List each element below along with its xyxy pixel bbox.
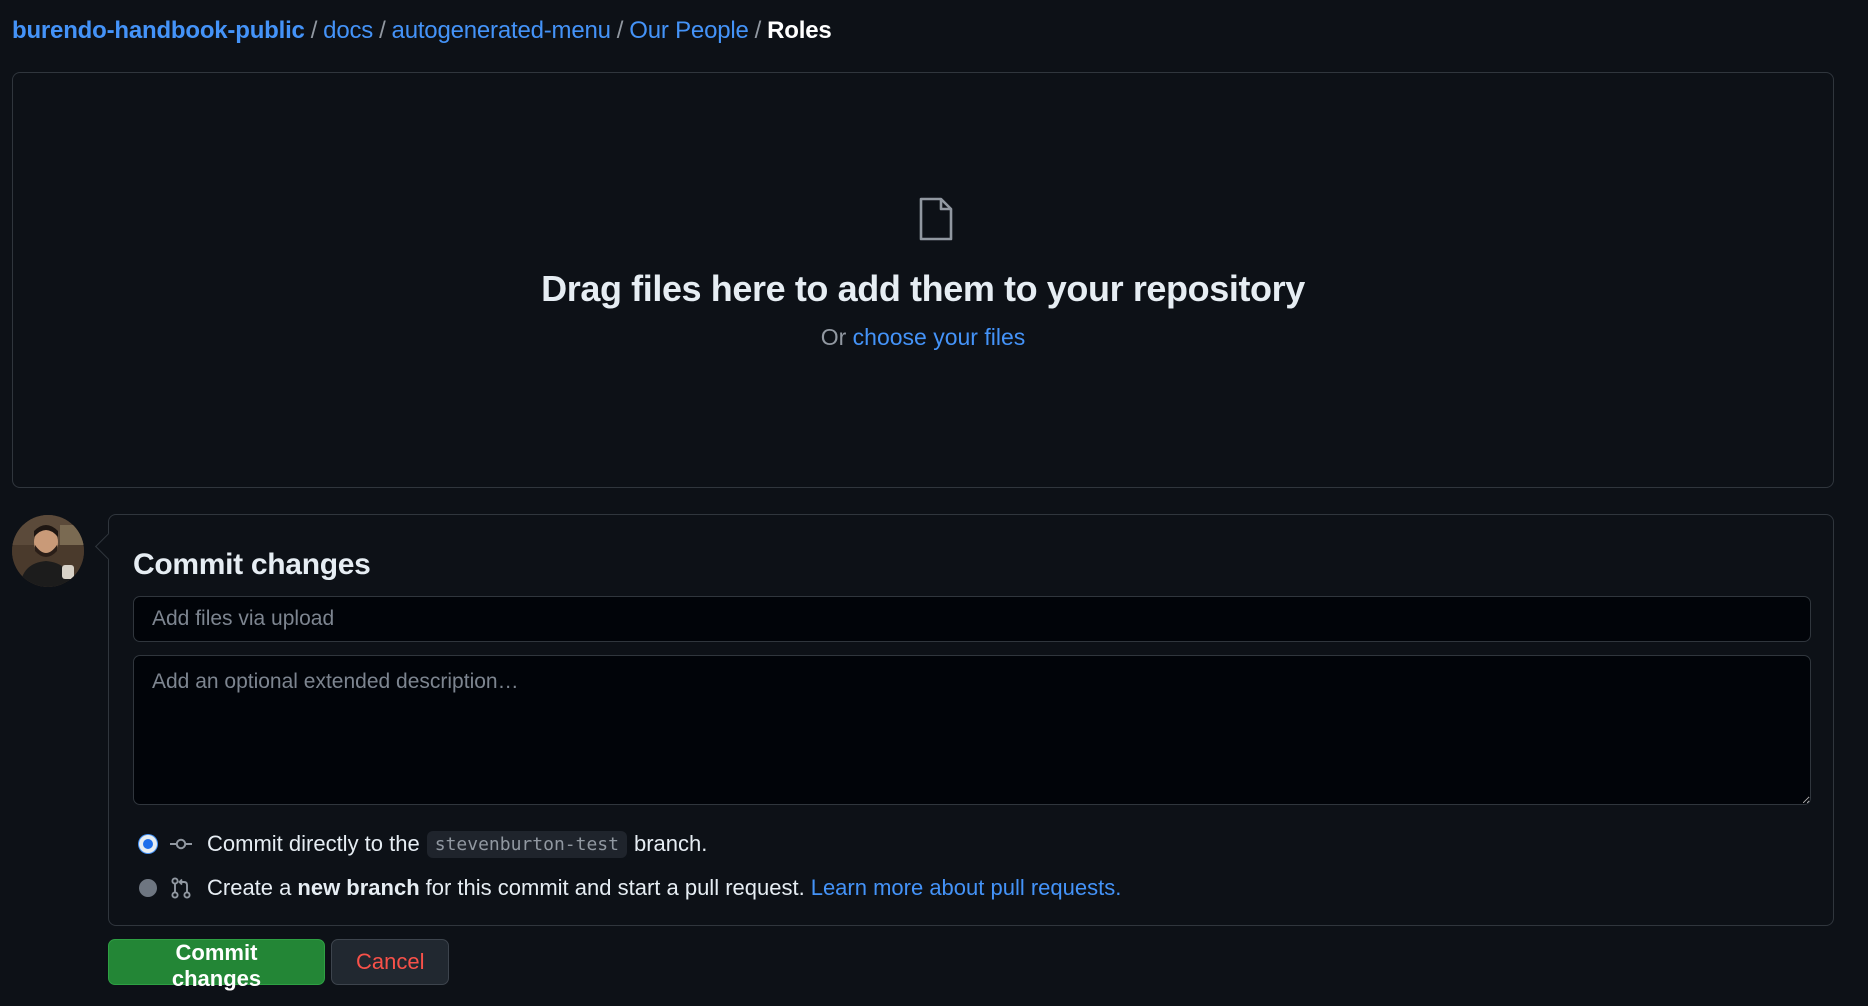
breadcrumb-separator: /: [754, 17, 762, 44]
new-branch-radio[interactable]: [139, 879, 157, 897]
drop-zone-or-text: Or: [820, 324, 847, 350]
commit-form-title: Commit changes: [133, 548, 371, 581]
breadcrumb-autogenerated-menu-link[interactable]: autogenerated-menu: [392, 17, 611, 44]
breadcrumb: burendo-handbook-public / docs / autogenerat…: [12, 14, 832, 48]
breadcrumb-separator: /: [616, 17, 624, 44]
drop-zone-subtitle: Or choose your files: [13, 321, 1833, 353]
commit-direct-option[interactable]: Commit directly to the stevenburton-test…: [139, 828, 707, 860]
commit-changes-button[interactable]: Commit changes: [108, 939, 325, 991]
commit-direct-prefix: Commit directly to the: [207, 831, 420, 856]
choose-files-link[interactable]: choose your files: [853, 324, 1026, 350]
upload-page: burendo-handbook-public / docs / autogenerat…: [0, 0, 1868, 1006]
branch-name-badge: stevenburton-test: [426, 830, 627, 858]
learn-more-pull-requests-link[interactable]: Learn more about pull requests.: [811, 875, 1122, 901]
file-drop-zone[interactable]: Drag files here to add them to your repo…: [12, 72, 1834, 488]
breadcrumb-docs-link[interactable]: docs: [323, 17, 373, 44]
git-commit-icon: [170, 838, 192, 850]
cancel-button[interactable]: Cancel: [331, 939, 449, 985]
new-branch-suffix: for this commit and start a pull request…: [425, 875, 805, 900]
new-branch-prefix: Create a: [207, 875, 292, 900]
avatar-image: [12, 515, 84, 587]
breadcrumb-repo-link[interactable]: burendo-handbook-public: [12, 17, 305, 44]
git-pull-request-icon: [171, 877, 191, 899]
commit-direct-suffix: branch.: [633, 831, 708, 856]
drop-zone-title: Drag files here to add them to your repo…: [541, 268, 1305, 309]
new-branch-bold-text: new branch: [297, 875, 420, 900]
commit-form: Commit changes Commit directly to the st…: [95, 514, 1834, 926]
breadcrumb-current: Roles: [767, 17, 832, 44]
breadcrumb-separator: /: [379, 17, 386, 44]
breadcrumb-separator: /: [310, 17, 318, 44]
commit-description-textarea[interactable]: [133, 655, 1811, 805]
breadcrumb-our-people-link[interactable]: Our People: [629, 17, 749, 44]
avatar[interactable]: [12, 515, 84, 587]
file-icon: [919, 197, 953, 241]
commit-form-caret: [95, 533, 122, 560]
commit-summary-input[interactable]: [133, 596, 1811, 642]
new-branch-option[interactable]: Create a new branch for this commit and …: [139, 872, 1121, 904]
commit-direct-radio[interactable]: [139, 835, 157, 853]
